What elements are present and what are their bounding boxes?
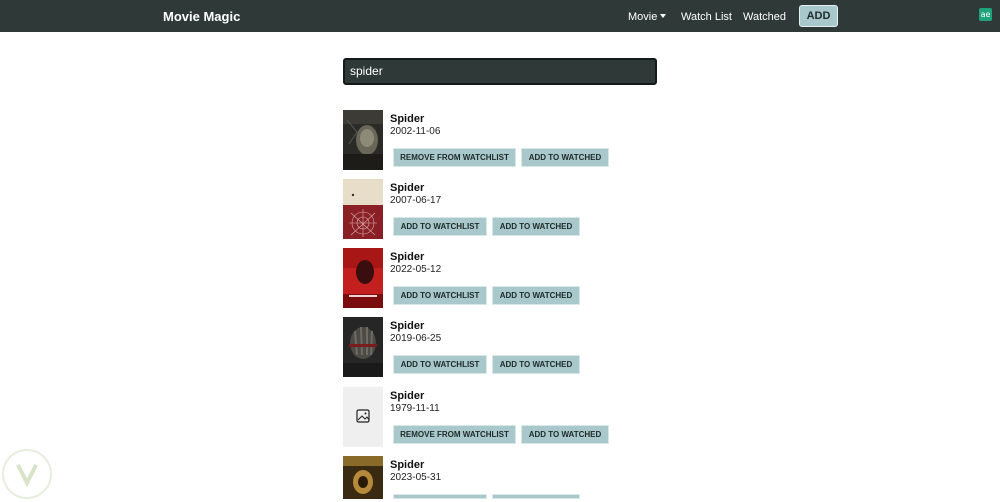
add-to-watched-button[interactable]: ADD TO WATCHED bbox=[492, 286, 580, 305]
add-to-watched-button[interactable]: ADD TO WATCHED bbox=[492, 355, 580, 374]
nav-movie-label: Movie bbox=[628, 11, 658, 23]
nav-movie-dropdown[interactable]: Movie bbox=[628, 10, 667, 24]
movie-poster[interactable] bbox=[343, 110, 383, 170]
list-item: Spider 1979-11-11 REMOVE FROM WATCHLIST … bbox=[343, 387, 663, 447]
nav-watched[interactable]: Watched bbox=[743, 10, 786, 24]
release-date: 2023-05-31 bbox=[390, 472, 442, 483]
movie-poster[interactable] bbox=[343, 456, 383, 499]
brand-title[interactable]: Movie Magic bbox=[163, 8, 240, 25]
search-input[interactable]: spider bbox=[343, 58, 657, 85]
release-date: 2002-11-06 bbox=[390, 126, 441, 137]
add-to-watchlist-button[interactable]: ADD TO WATCHLIST bbox=[393, 355, 487, 374]
list-item: Spider 2023-05-31 bbox=[343, 456, 663, 499]
chevron-down-icon bbox=[660, 14, 667, 18]
watermark-logo bbox=[2, 449, 52, 499]
movie-poster[interactable] bbox=[343, 248, 383, 308]
movie-poster[interactable] bbox=[343, 179, 383, 239]
remove-from-watchlist-button[interactable]: REMOVE FROM WATCHLIST bbox=[393, 425, 516, 444]
extension-icon[interactable]: ae bbox=[979, 8, 992, 21]
nav-watch-list[interactable]: Watch List bbox=[681, 10, 732, 24]
release-date: 2022-05-12 bbox=[390, 264, 442, 275]
add-to-watched-button[interactable] bbox=[492, 494, 580, 499]
release-date: 2019-06-25 bbox=[390, 333, 442, 344]
add-button[interactable]: ADD bbox=[799, 5, 838, 27]
release-date: 2007-06-17 bbox=[390, 195, 442, 206]
list-item: Spider 2007-06-17 ADD TO WATCHLIST ADD T… bbox=[343, 179, 663, 239]
navbar: Movie Magic Movie Watch List Watched ADD… bbox=[0, 0, 1000, 32]
remove-from-watchlist-button[interactable]: REMOVE FROM WATCHLIST bbox=[393, 148, 516, 167]
list-item: Spider 2022-05-12 ADD TO WATCHLIST ADD T… bbox=[343, 248, 663, 308]
list-item: Spider 2002-11-06 REMOVE FROM WATCHLIST … bbox=[343, 110, 663, 170]
movie-poster[interactable] bbox=[343, 317, 383, 377]
image-placeholder-icon bbox=[356, 409, 370, 423]
add-to-watched-button[interactable]: ADD TO WATCHED bbox=[521, 148, 609, 167]
list-item: Spider 2019-06-25 ADD TO WATCHLIST ADD T… bbox=[343, 317, 663, 377]
movie-poster[interactable] bbox=[343, 387, 383, 447]
add-to-watchlist-button[interactable]: ADD TO WATCHLIST bbox=[393, 217, 487, 236]
add-to-watched-button[interactable]: ADD TO WATCHED bbox=[521, 425, 609, 444]
add-to-watchlist-button[interactable]: ADD TO WATCHLIST bbox=[393, 286, 487, 305]
release-date: 1979-11-11 bbox=[390, 403, 440, 414]
add-to-watched-button[interactable]: ADD TO WATCHED bbox=[492, 217, 580, 236]
add-to-watchlist-button[interactable] bbox=[393, 494, 487, 499]
